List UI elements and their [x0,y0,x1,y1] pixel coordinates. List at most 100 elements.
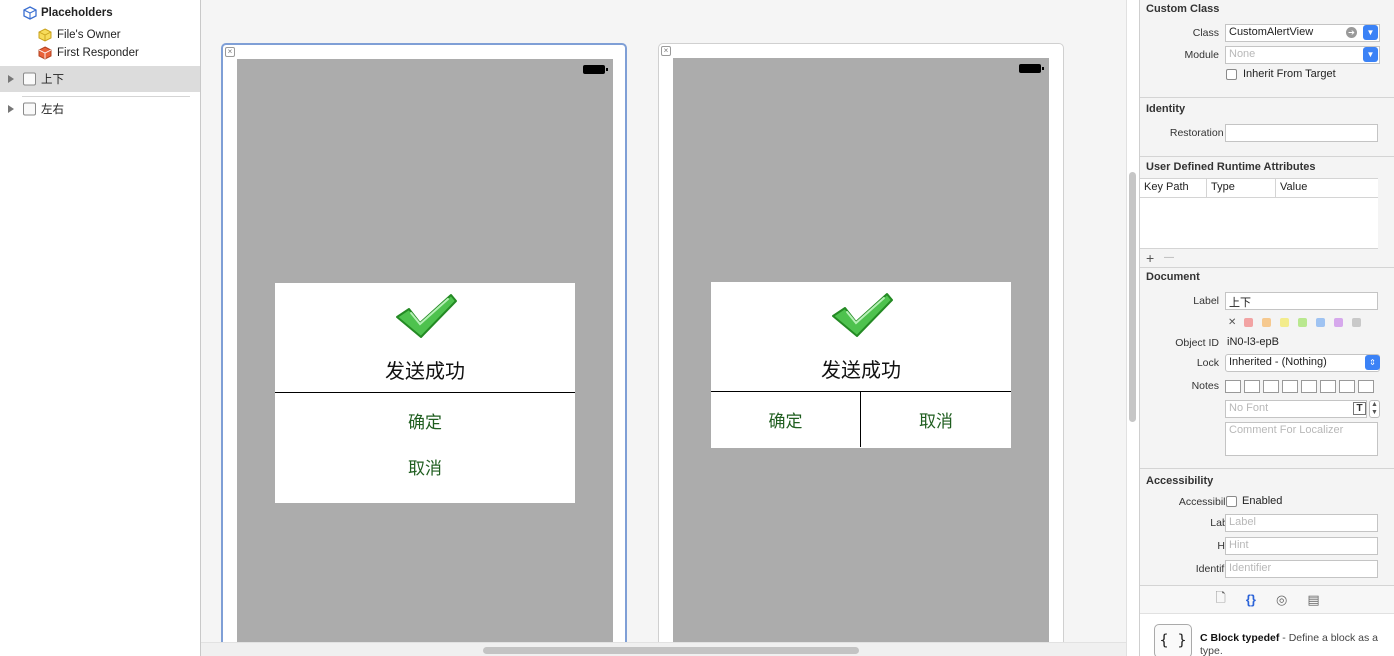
outline-placeholders[interactable]: Placeholders [0,3,200,23]
align-center-icon[interactable] [1244,380,1260,393]
add-attribute-button[interactable]: + [1146,250,1154,266]
color-icon[interactable] [1339,380,1355,393]
doc-label-field[interactable]: 上下 [1225,292,1378,310]
library-tab-bar: 🗋 {} ◎ ▤ [1140,585,1394,613]
color-swatch-blue[interactable] [1316,318,1325,327]
notes-formatting-toolbar [1225,380,1374,393]
first-responder-label: First Responder [57,47,139,59]
color-label-picker[interactable] [1244,318,1361,327]
outline-view-horizontal[interactable]: 左右 [0,99,200,119]
checkmark-icon [832,293,893,337]
disclosure-triangle-icon[interactable] [8,75,14,83]
horizontal-scroll-thumb[interactable] [483,647,859,654]
custom-class-title: Custom Class [1146,3,1220,15]
col-value[interactable]: Value [1276,179,1378,197]
library-item-text: C Block typedef - Define a block as a ty… [1200,632,1390,656]
col-key-path[interactable]: Key Path [1140,179,1207,197]
accessibility-title: Accessibility [1146,475,1214,487]
more-icon[interactable] [1358,380,1374,393]
custom-alert-view[interactable]: 发送成功 确定 取消 [711,282,1011,448]
class-label: Class [1192,27,1219,39]
first-responder-cube-icon [38,46,52,60]
align-natural-icon[interactable] [1301,380,1317,393]
custom-alert-view[interactable]: 发送成功 确定 取消 [275,283,575,503]
comment-field[interactable]: Comment For Localizer [1225,422,1378,456]
inherit-checkbox[interactable] [1226,69,1237,80]
runtime-attributes-title: User Defined Runtime Attributes [1146,161,1316,173]
document-outline: Placeholders File's Owner First Responde… [0,0,201,656]
lock-dropdown-chevron-icon[interactable]: ⇕ [1365,355,1380,370]
outline-first-responder[interactable]: First Responder [0,43,200,63]
document-title: Document [1146,271,1200,283]
library-item[interactable]: { } C Block typedef - Define a block as … [1140,613,1394,656]
code-snippet-icon: { } [1154,624,1192,656]
outline-placeholders-label: Placeholders [41,7,113,19]
battery-icon [583,65,608,74]
doc-label-label: Label [1193,295,1219,307]
font-field[interactable]: No Font [1225,400,1367,418]
module-label: Module [1184,49,1219,61]
color-swatch-red[interactable] [1244,318,1253,327]
font-size-stepper[interactable]: ▲ ▼ [1369,400,1380,418]
class-dropdown-chevron-icon[interactable]: ▼ [1363,25,1378,40]
outline-files-owner[interactable]: File's Owner [0,25,200,45]
color-swatch-gray[interactable] [1352,318,1361,327]
clear-color-icon[interactable]: ✕ [1228,317,1236,328]
file-template-library-icon[interactable]: 🗋 [1215,589,1225,611]
color-swatch-orange[interactable] [1262,318,1271,327]
color-swatch-purple[interactable] [1334,318,1343,327]
lock-popup[interactable]: Inherited - (Nothing) [1225,354,1380,372]
divider [1140,156,1394,157]
acc-hint-field[interactable]: Hint [1225,537,1378,555]
alert-message: 发送成功 [821,360,901,382]
interface-builder-canvas[interactable]: × 发送成功 确定 取消 × 发送成功 确定 取消 [201,0,1126,656]
font-picker-icon[interactable]: T [1353,402,1366,415]
close-icon[interactable]: × [661,46,671,56]
runtime-attributes-table[interactable] [1140,198,1378,249]
align-left-icon[interactable] [1225,380,1241,393]
outline-view-vertical[interactable]: 上下 [0,66,200,92]
acc-identifier-field[interactable]: Identifier [1225,560,1378,578]
scene-horizontal[interactable]: × 发送成功 确定 取消 [658,43,1064,656]
outline-separator [22,96,190,97]
module-dropdown-chevron-icon[interactable]: ▼ [1363,47,1378,62]
color-swatch-yellow[interactable] [1280,318,1289,327]
disclosure-triangle-icon[interactable] [8,105,14,113]
code-snippet-library-icon[interactable]: {} [1246,592,1256,607]
strikethrough-icon[interactable] [1320,380,1336,393]
align-right-icon[interactable] [1263,380,1279,393]
module-field[interactable]: None [1225,46,1380,64]
cancel-button[interactable]: 取消 [275,443,575,489]
divider [1140,468,1394,469]
battery-icon [1019,64,1044,73]
cancel-button[interactable]: 取消 [861,392,1011,447]
view-horizontal-label: 左右 [41,104,64,116]
color-swatch-green[interactable] [1298,318,1307,327]
navigate-arrow-icon[interactable]: ➔ [1346,27,1357,38]
runtime-attributes-table-header: Key Path Type Value [1140,178,1378,198]
identity-inspector: Custom Class Class CustomAlertView ➔ ▼ M… [1139,0,1394,656]
close-icon[interactable]: × [225,47,235,57]
device-frame: 发送成功 确定 取消 [237,59,613,656]
confirm-button[interactable]: 确定 [711,392,861,447]
scene-vertical[interactable]: × 发送成功 确定 取消 [221,43,627,656]
divider [1140,267,1394,268]
view-icon [23,102,36,116]
align-justify-icon[interactable] [1282,380,1298,393]
confirm-button[interactable]: 确定 [275,397,575,443]
remove-attribute-button[interactable]: — [1164,252,1174,263]
device-frame: 发送成功 确定 取消 [673,58,1049,656]
media-library-icon[interactable]: ▤ [1307,592,1319,608]
vertical-scroll-thumb[interactable] [1129,172,1136,422]
accessibility-enabled-checkbox[interactable] [1226,496,1237,507]
notes-label: Notes [1191,380,1219,392]
restoration-id-field[interactable] [1225,124,1378,142]
divider [1140,97,1394,98]
horizontal-scrollbar[interactable] [201,642,1126,656]
object-library-icon[interactable]: ◎ [1276,592,1287,608]
files-owner-label: File's Owner [57,29,121,41]
col-type[interactable]: Type [1207,179,1276,197]
acc-label-field[interactable]: Label [1225,514,1378,532]
alert-message: 发送成功 [385,361,465,383]
vertical-scrollbar[interactable] [1126,0,1139,656]
